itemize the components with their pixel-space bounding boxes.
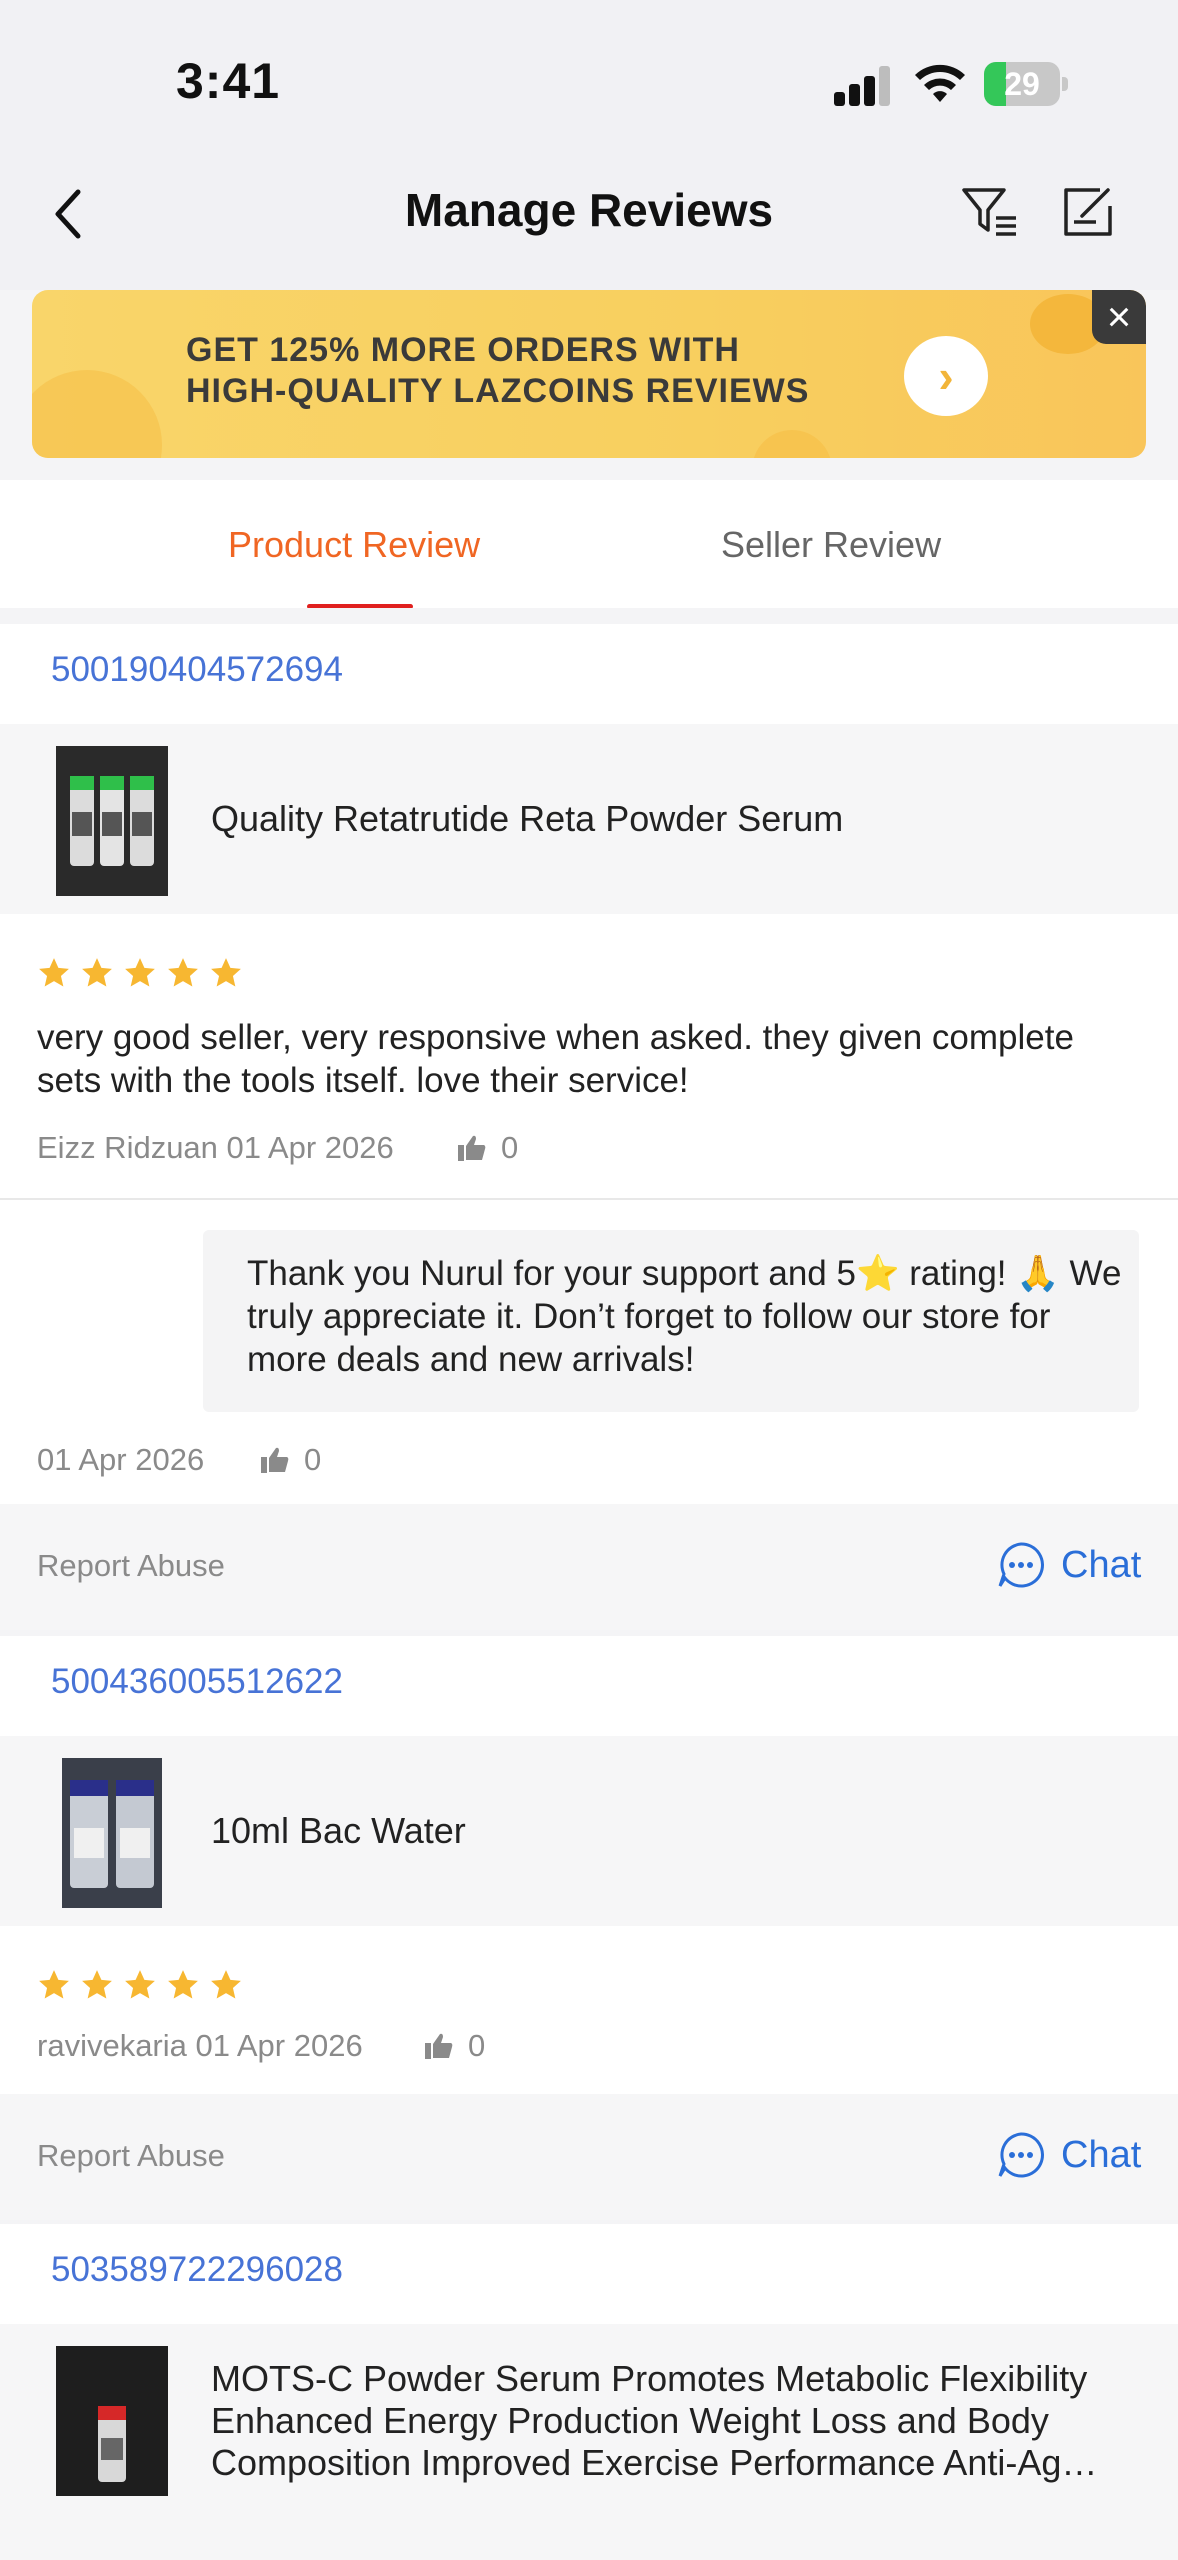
tab-seller-review[interactable]: Seller Review	[721, 520, 941, 570]
cellular-signal-icon	[834, 66, 894, 106]
chat-label: Chat	[1061, 2134, 1142, 2176]
like-button[interactable]: 0	[457, 1130, 518, 1166]
order-header: 500190404572694	[0, 624, 1178, 724]
filter-icon[interactable]	[960, 184, 1020, 240]
seller-reply: Thank you Nurul for your support and 5⭐ …	[0, 1200, 1178, 1504]
order-header: 500436005512622	[0, 1636, 1178, 1736]
banner-line: GET 125% MORE ORDERS WITH	[186, 331, 740, 369]
chat-button[interactable]: Chat	[996, 1540, 1141, 1592]
report-abuse-link[interactable]: Report Abuse	[37, 1548, 225, 1584]
star-icon	[168, 1970, 198, 1999]
like-button[interactable]: 0	[260, 1442, 321, 1478]
status-time: 3:41	[176, 53, 281, 109]
star-icon	[82, 1970, 112, 1999]
star-icon	[168, 958, 198, 987]
order-id-link[interactable]: 500190404572694	[51, 650, 343, 690]
reply-text: Thank you Nurul for your support and 5⭐ …	[247, 1254, 1122, 1379]
like-button[interactable]: 0	[424, 2028, 485, 2064]
product-name: Quality Retatrutide Reta Powder Serum	[211, 798, 844, 839]
close-icon[interactable]: ×	[1092, 290, 1146, 344]
banner-decoration	[752, 430, 832, 458]
banner-text: GET 125% MORE ORDERS WITH HIGH-QUALITY L…	[186, 330, 809, 412]
like-count: 0	[468, 2028, 486, 2063]
reply-bubble: Thank you Nurul for your support and 5⭐ …	[203, 1230, 1139, 1412]
report-abuse-link[interactable]: Report Abuse	[37, 2138, 225, 2174]
reviewer-name-date: Eizz Ridzuan 01 Apr 2026	[37, 1130, 394, 1165]
chevron-right-icon[interactable]: ›	[904, 336, 988, 416]
review-tabs: Product Review Seller Review	[0, 480, 1178, 609]
like-count: 0	[304, 1442, 322, 1477]
star-icon	[125, 958, 155, 987]
review-text: very good seller, very responsive when a…	[37, 1018, 1074, 1100]
star-icon	[82, 958, 112, 987]
promo-banner[interactable]: GET 125% MORE ORDERS WITH HIGH-QUALITY L…	[32, 290, 1146, 458]
reply-date: 01 Apr 2026	[37, 1442, 205, 1477]
review-card: very good seller, very responsive when a…	[0, 914, 1178, 1198]
star-icon	[39, 1970, 69, 1999]
thumbs-up-icon	[261, 1447, 289, 1473]
reviewer-name-date: ravivekaria 01 Apr 2026	[37, 2028, 363, 2063]
star-rating	[37, 956, 252, 990]
order-header: 503589722296028	[0, 2224, 1178, 2324]
battery-icon: 29	[984, 62, 1068, 106]
chat-bubble-icon	[998, 2132, 1044, 2178]
thumbs-up-icon	[425, 2033, 453, 2059]
banner-decoration	[32, 370, 162, 458]
product-row[interactable]: MOTS-C Powder Serum Promotes Metabolic F…	[0, 2324, 1178, 2560]
review-actions: Report Abuse Chat	[0, 2094, 1178, 2220]
review-card: ravivekaria 01 Apr 2026 0	[0, 1926, 1178, 2094]
chat-label: Chat	[1061, 1544, 1142, 1586]
like-count: 0	[501, 1130, 519, 1165]
order-id-link[interactable]: 500436005512622	[51, 1662, 343, 1702]
star-icon	[211, 1970, 241, 1999]
product-name: 10ml Bac Water	[211, 1810, 466, 1851]
review-actions: Report Abuse Chat	[0, 1504, 1178, 1630]
star-icon	[39, 958, 69, 987]
section-gap	[0, 608, 1178, 624]
order-id-link[interactable]: 503589722296028	[51, 2250, 343, 2290]
chat-bubble-icon	[998, 1542, 1044, 1588]
banner-line: HIGH-QUALITY LAZCOINS REVIEWS	[186, 372, 810, 410]
nav-bar: Manage Reviews	[0, 150, 1178, 290]
status-bar: 3:41 29	[0, 0, 1178, 150]
chat-button[interactable]: Chat	[996, 2130, 1141, 2182]
product-thumbnail	[62, 1758, 162, 1908]
product-thumbnail	[56, 2346, 168, 2496]
wifi-icon	[915, 64, 965, 102]
product-thumbnail	[56, 746, 168, 896]
star-rating	[37, 1968, 252, 2002]
thumbs-up-icon	[458, 1135, 486, 1161]
tab-product-review[interactable]: Product Review	[228, 520, 480, 570]
product-row[interactable]: Quality Retatrutide Reta Powder Serum	[0, 724, 1178, 914]
star-icon	[125, 1970, 155, 1999]
star-icon	[211, 958, 241, 987]
product-row[interactable]: 10ml Bac Water	[0, 1736, 1178, 1926]
product-name: MOTS-C Powder Serum Promotes Metabolic F…	[211, 2358, 1098, 2483]
edit-note-icon[interactable]	[1060, 184, 1116, 240]
battery-level: 29	[1004, 66, 1040, 102]
